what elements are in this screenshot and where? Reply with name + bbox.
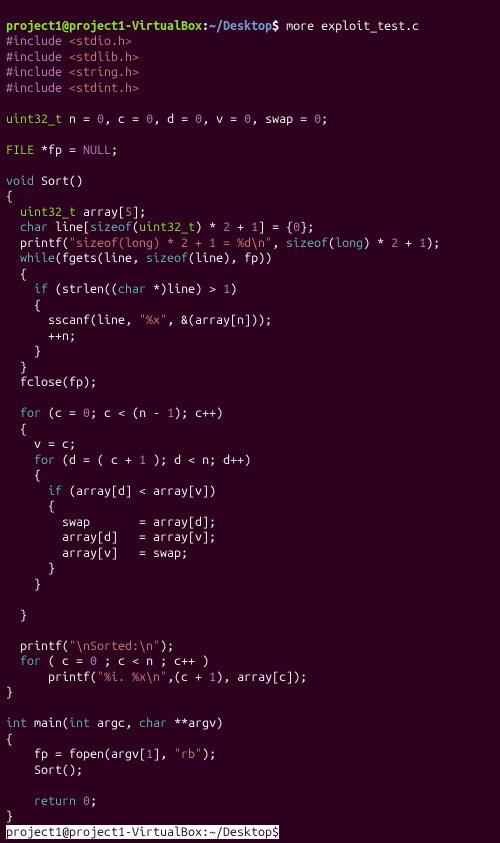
code-line: #include <stdlib.h>	[6, 50, 139, 64]
code-line: Sort();	[6, 763, 83, 777]
code-line: for ( c = 0 ; c < n ; c++ )	[6, 654, 209, 668]
code-line: swap = array[d];	[6, 515, 216, 529]
code-line: }	[6, 344, 41, 358]
blank-line	[6, 96, 13, 110]
prompt-sep: :	[202, 19, 209, 33]
code-line: fclose(fp);	[6, 375, 97, 389]
code-line: {	[6, 189, 13, 203]
code-line: uint32_t array[5];	[6, 205, 146, 219]
code-line: }	[6, 577, 41, 591]
code-line: {	[6, 732, 13, 746]
code-line: {	[6, 422, 27, 436]
prompt-line: project1@project1-VirtualBox:~/Desktop$ …	[6, 19, 419, 33]
code-line: printf("%i. %x\n",(c + 1), array[c]);	[6, 670, 307, 684]
code-line: for (d = ( c + 1 ); d < n; d++)	[6, 453, 251, 467]
code-line: for (c = 0; c < (n - 1); c++)	[6, 406, 223, 420]
code-line: array[d] = array[v];	[6, 530, 216, 544]
code-line: return 0;	[6, 794, 97, 808]
code-line: #include <stdio.h>	[6, 34, 132, 48]
code-line: while(fgets(line, sizeof(line), fp))	[6, 251, 272, 265]
blank-line	[6, 391, 13, 405]
prompt-path: ~/Desktop	[209, 19, 272, 33]
code-line: }	[6, 561, 55, 575]
bottom-prompt: project1@project1-VirtualBox:~/Desktop$	[6, 825, 279, 839]
terminal-output: project1@project1-VirtualBox:~/Desktop$ …	[0, 0, 500, 843]
blank-line	[6, 701, 13, 715]
code-line: FILE *fp = NULL;	[6, 143, 118, 157]
code-line: if (array[d] < array[v])	[6, 484, 216, 498]
code-line: }	[6, 608, 27, 622]
code-line: void Sort()	[6, 174, 83, 188]
code-line: #include <string.h>	[6, 65, 139, 79]
code-line: uint32_t n = 0, c = 0, d = 0, v = 0, swa…	[6, 112, 328, 126]
blank-line	[6, 158, 13, 172]
code-line: array[v] = swap;	[6, 546, 188, 560]
prompt-dollar: $	[272, 19, 286, 33]
code-line: if (strlen((char *)line) > 1)	[6, 282, 237, 296]
code-line: fp = fopen(argv[1], "rb");	[6, 747, 216, 761]
code-line: printf("\nSorted:\n");	[6, 639, 174, 653]
code-line: int main(int argc, char **argv)	[6, 716, 223, 730]
code-line: {	[6, 298, 41, 312]
prompt-user: project1@project1-VirtualBox	[6, 19, 202, 33]
code-line: }	[6, 809, 13, 823]
code-line: ++n;	[6, 329, 76, 343]
code-line: }	[6, 685, 13, 699]
blank-line	[6, 623, 13, 637]
blank-line	[6, 127, 13, 141]
code-line: printf("sizeof(long) * 2 + 1 = %d\n", si…	[6, 236, 440, 250]
code-line: v = c;	[6, 437, 76, 451]
code-line: #include <stdint.h>	[6, 81, 139, 95]
code-line: {	[6, 267, 27, 281]
code-line: char line[sizeof(uint32_t) * 2 + 1] = {0…	[6, 220, 314, 234]
code-line: sscanf(line, "%x", &(array[n]));	[6, 313, 272, 327]
command-text: more exploit_test.c	[286, 19, 419, 33]
blank-line	[6, 778, 13, 792]
code-line: {	[6, 499, 55, 513]
blank-line	[6, 592, 13, 606]
code-line: {	[6, 468, 41, 482]
code-line: }	[6, 360, 27, 374]
